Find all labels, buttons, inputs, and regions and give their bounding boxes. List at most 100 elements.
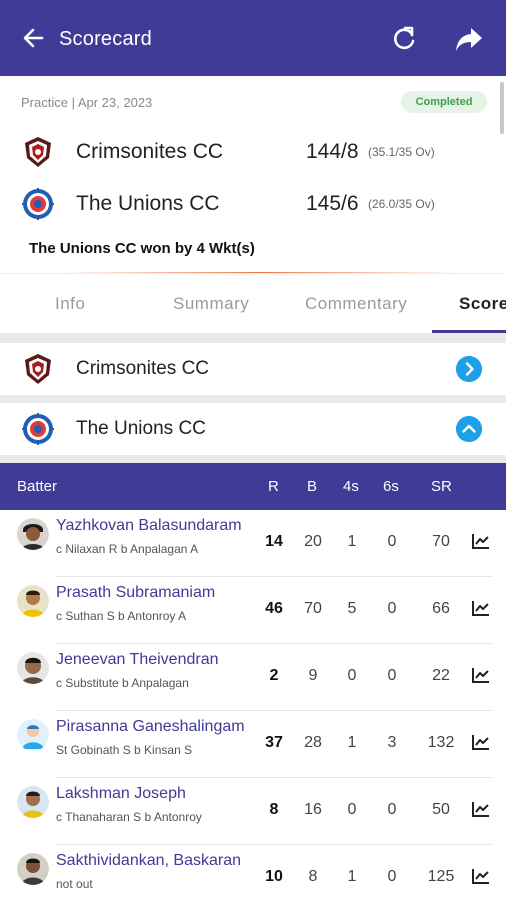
player-name[interactable]: Prasath Subramaniam xyxy=(56,584,215,602)
header-balls: B xyxy=(307,478,318,495)
player-name[interactable]: Sakthividankan, Baskaran xyxy=(56,852,241,870)
crimsonites-logo-icon xyxy=(25,137,51,167)
sixes: 3 xyxy=(387,734,397,751)
back-arrow-icon[interactable] xyxy=(20,24,46,52)
balls: 20 xyxy=(304,533,322,550)
section-gap xyxy=(0,333,506,343)
header-runs: R xyxy=(268,478,279,495)
dismissal-text: c Substitute b Anpalagan xyxy=(56,676,189,690)
player-avatar xyxy=(17,585,49,617)
team-score-row: Crimsonites CC 144/8 (35.1/35 Ov) xyxy=(0,132,506,172)
team-name: The Unions CC xyxy=(76,192,220,215)
strike-rate: 70 xyxy=(432,533,450,550)
stats-graph-icon[interactable] xyxy=(471,599,491,617)
team-score: 144/8 xyxy=(306,140,359,163)
runs: 46 xyxy=(265,600,283,617)
sixes: 0 xyxy=(387,600,397,617)
dismissal-text: not out xyxy=(56,877,93,891)
tab-score[interactable]: Score xyxy=(459,294,506,314)
fours: 0 xyxy=(347,667,357,684)
player-avatar xyxy=(17,853,49,885)
unions-logo-icon xyxy=(22,413,54,445)
strike-rate: 125 xyxy=(427,868,455,885)
page-title: Scorecard xyxy=(59,28,152,50)
fours: 1 xyxy=(347,868,357,885)
header-batter: Batter xyxy=(17,478,58,495)
balls: 70 xyxy=(304,600,322,617)
dismissal-text: St Gobinath S b Kinsan S xyxy=(56,743,193,757)
team-overs: (35.1/35 Ov) xyxy=(368,145,435,159)
match-summary: Practice | Apr 23, 2023 Completed Crimso… xyxy=(0,76,506,274)
section-gap xyxy=(0,455,506,463)
share-icon[interactable] xyxy=(454,25,484,53)
runs: 14 xyxy=(265,533,283,550)
table-row[interactable]: Prasath Subramaniam c Suthan S b Antonro… xyxy=(0,577,506,644)
status-badge: Completed xyxy=(401,91,487,113)
chevron-up-icon[interactable] xyxy=(456,416,482,442)
strike-rate: 50 xyxy=(432,801,450,818)
dismissal-text: c Suthan S b Antonroy A xyxy=(56,609,187,623)
strike-rate: 66 xyxy=(432,600,450,617)
stats-graph-icon[interactable] xyxy=(471,733,491,751)
strike-rate: 132 xyxy=(427,734,455,751)
player-avatar xyxy=(17,786,49,818)
fours: 5 xyxy=(347,600,357,617)
header-sixes: 6s xyxy=(383,478,399,495)
sixes: 0 xyxy=(387,667,397,684)
innings-team-name: The Unions CC xyxy=(76,418,206,439)
balls: 8 xyxy=(308,868,318,885)
innings-team-name: Crimsonites CC xyxy=(76,358,210,379)
player-name[interactable]: Jeneevan Theivendran xyxy=(56,651,219,669)
table-row[interactable]: Lakshman Joseph c Thanaharan S b Antonro… xyxy=(0,778,506,845)
match-result: The Unions CC won by 4 Wkt(s) xyxy=(29,240,255,257)
batting-table-header: Batter R B 4s 6s SR xyxy=(0,463,506,510)
player-name[interactable]: Pirasanna Ganeshalingam xyxy=(56,718,245,736)
team-overs: (26.0/35 Ov) xyxy=(368,197,435,211)
team-name: Crimsonites CC xyxy=(76,140,224,163)
unions-logo-icon xyxy=(22,188,54,220)
runs: 8 xyxy=(269,801,279,818)
table-row[interactable]: Jeneevan Theivendran c Substitute b Anpa… xyxy=(0,644,506,711)
balls: 16 xyxy=(304,801,322,818)
chevron-right-icon[interactable] xyxy=(456,356,482,382)
header-strike-rate: SR xyxy=(431,478,452,495)
sixes: 0 xyxy=(387,868,397,885)
runs: 37 xyxy=(265,734,283,751)
default-avatar-icon xyxy=(17,719,49,751)
strike-rate: 22 xyxy=(432,667,450,684)
refresh-icon[interactable] xyxy=(390,24,418,54)
table-row[interactable]: Yazhkovan Balasundaram c Nilaxan R b Anp… xyxy=(0,510,506,577)
tab-commentary[interactable]: Commentary xyxy=(305,294,407,314)
sixes: 0 xyxy=(387,801,397,818)
fours: 1 xyxy=(347,533,357,550)
table-row[interactable]: Pirasanna Ganeshalingam St Gobinath S b … xyxy=(0,711,506,778)
runs: 10 xyxy=(265,868,283,885)
fours: 0 xyxy=(347,801,357,818)
team-score-row: The Unions CC 145/6 (26.0/35 Ov) xyxy=(0,184,506,224)
runs: 2 xyxy=(269,667,279,684)
innings-section-crimsonites[interactable]: Crimsonites CC xyxy=(0,343,506,395)
fours: 1 xyxy=(347,734,357,751)
innings-section-unions[interactable]: The Unions CC xyxy=(0,403,506,455)
stats-graph-icon[interactable] xyxy=(471,666,491,684)
stats-graph-icon[interactable] xyxy=(471,532,491,550)
player-name[interactable]: Yazhkovan Balasundaram xyxy=(56,517,242,535)
dismissal-text: c Thanaharan S b Antonroy xyxy=(56,810,202,824)
stats-graph-icon[interactable] xyxy=(471,800,491,818)
header-fours: 4s xyxy=(343,478,359,495)
match-meta: Practice | Apr 23, 2023 xyxy=(21,95,153,110)
crimsonites-logo-icon xyxy=(25,354,51,384)
dismissal-text: c Nilaxan R b Anpalagan A xyxy=(56,542,199,556)
balls: 28 xyxy=(304,734,322,751)
player-name[interactable]: Lakshman Joseph xyxy=(56,785,186,803)
tab-info[interactable]: Info xyxy=(55,294,85,314)
tab-summary[interactable]: Summary xyxy=(173,294,249,314)
stats-graph-icon[interactable] xyxy=(471,867,491,885)
app-bar: Scorecard xyxy=(0,0,506,76)
player-avatar xyxy=(17,518,49,550)
table-row[interactable]: Sakthividankan, Baskaran not out 10 8 1 … xyxy=(0,845,506,900)
scrollbar[interactable] xyxy=(500,82,504,134)
sixes: 0 xyxy=(387,533,397,550)
team-score: 145/6 xyxy=(306,192,359,215)
section-gap xyxy=(0,395,506,403)
